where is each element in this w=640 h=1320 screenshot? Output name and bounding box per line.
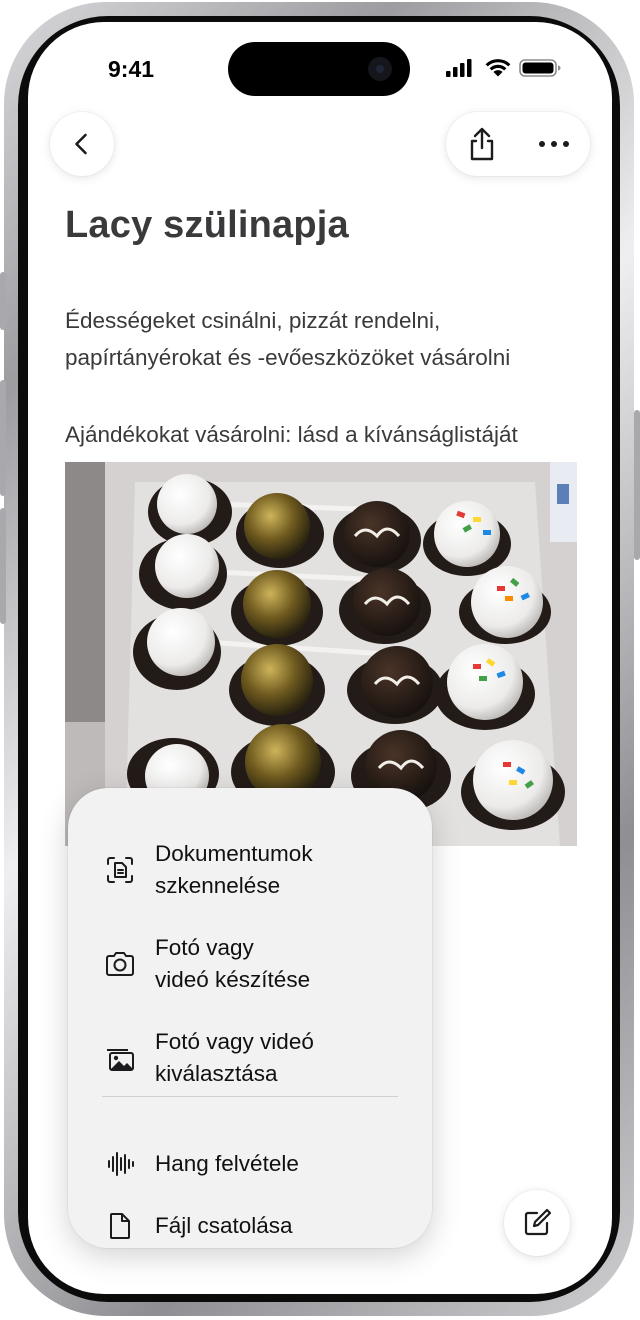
- camera-lens: [368, 57, 392, 81]
- cellular-signal-icon: [446, 59, 472, 77]
- wifi-icon: [485, 59, 511, 77]
- note-title[interactable]: Lacy szülinapja: [65, 204, 349, 247]
- waveform-icon: [108, 1152, 134, 1176]
- screen: 9:41 Lacy szülinapja Édességeket csináln…: [28, 22, 612, 1294]
- menu-item-label: Hang felvétele: [155, 1151, 299, 1176]
- more-button[interactable]: [536, 124, 572, 164]
- share-icon: [470, 127, 494, 161]
- note-paragraph[interactable]: Ajándékokat vásárolni: lásd a kívánságli…: [65, 416, 585, 453]
- document-icon: [110, 1213, 130, 1239]
- volume-down-button: [0, 508, 6, 624]
- scan-document-icon: [107, 857, 133, 883]
- share-button[interactable]: [464, 124, 500, 164]
- toolbar-actions: [446, 112, 590, 176]
- compose-icon: [524, 1208, 552, 1236]
- photo-library-icon: [107, 1049, 134, 1071]
- dynamic-island: [228, 42, 410, 96]
- note-paragraph[interactable]: Édességeket csinálni, pizzát rendelni, p…: [65, 302, 585, 376]
- menu-item-attach-file[interactable]: Fájl csatolása: [68, 1206, 432, 1246]
- compose-button[interactable]: [504, 1190, 570, 1256]
- battery-icon: [519, 59, 561, 77]
- menu-item-take-photo[interactable]: Fotó vagy videó készítése: [68, 932, 432, 996]
- volume-up-button: [0, 380, 6, 496]
- side-button: [634, 410, 640, 560]
- menu-item-label: Fájl csatolása: [155, 1213, 293, 1238]
- status-time: 9:41: [108, 56, 155, 82]
- ellipsis-icon: [539, 141, 569, 147]
- menu-item-label: Dokumentumok szkennelése: [155, 841, 313, 898]
- menu-item-record-audio[interactable]: Hang felvétele: [68, 1144, 432, 1184]
- menu-item-scan-documents[interactable]: Dokumentumok szkennelése: [68, 838, 432, 902]
- chevron-left-icon: [75, 133, 87, 155]
- action-button: [0, 272, 6, 330]
- menu-item-label: Fotó vagy videó készítése: [155, 935, 311, 992]
- menu-item-label: Fotó vagy videó kiválasztása: [155, 1029, 314, 1086]
- menu-item-choose-photo[interactable]: Fotó vagy videó kiválasztása: [68, 1026, 432, 1090]
- back-button[interactable]: [50, 112, 114, 176]
- attachment-menu: Dokumentumok szkennelése Fotó vagy videó…: [68, 788, 432, 1248]
- status-icons: [446, 59, 561, 77]
- menu-divider: [102, 1096, 398, 1097]
- camera-icon: [106, 952, 134, 976]
